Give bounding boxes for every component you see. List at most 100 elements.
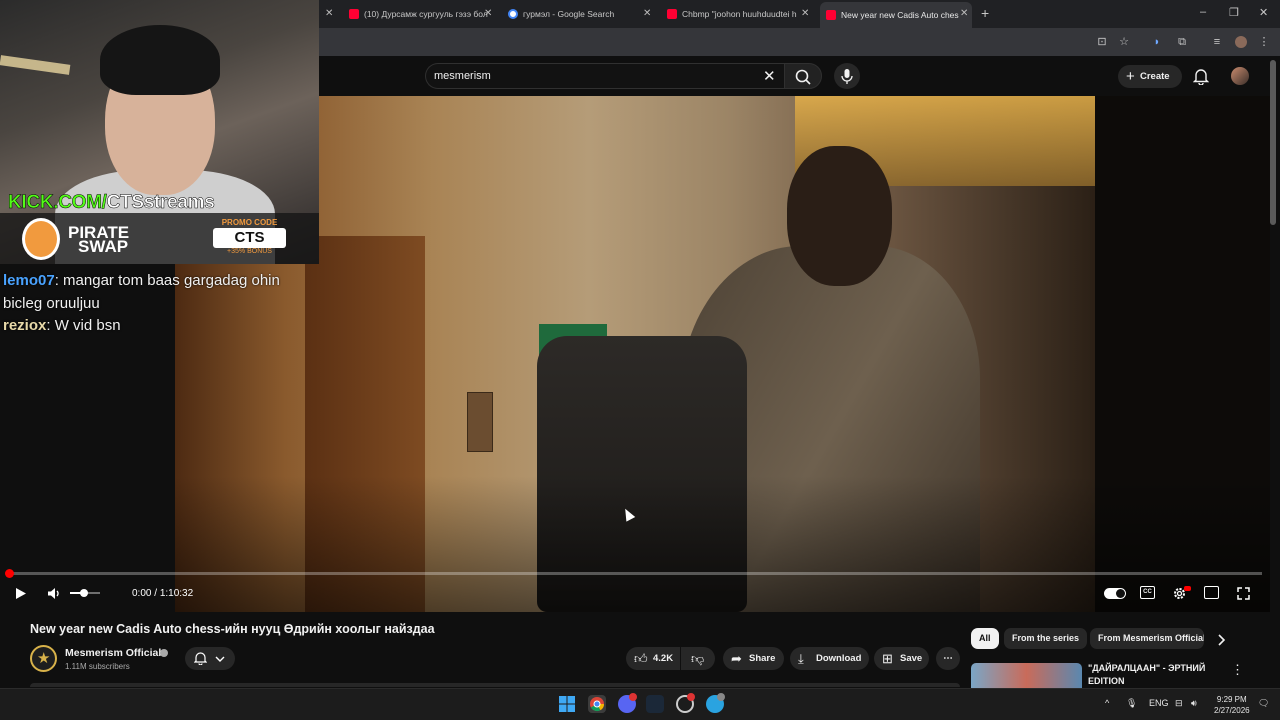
share-button[interactable]: ➦ Share: [723, 647, 784, 670]
chip-all[interactable]: All: [971, 628, 999, 649]
tab-close-icon[interactable]: ✕: [960, 8, 968, 19]
volume-level: [70, 592, 81, 594]
chip-from-the-series[interactable]: From the series: [1004, 628, 1088, 649]
google-favicon-icon: [508, 9, 518, 19]
windows-start-icon[interactable]: [558, 695, 576, 713]
autoplay-toggle[interactable]: [1104, 588, 1126, 599]
channel-name[interactable]: Mesmerism Official: [65, 647, 161, 659]
progress-scrubber[interactable]: [5, 569, 14, 578]
progress-bar[interactable]: [8, 572, 1262, 575]
window-minimize-button[interactable]: –: [1200, 6, 1206, 18]
volume-icon[interactable]: [47, 587, 62, 600]
save-button[interactable]: ⊞ Save: [874, 647, 929, 670]
microphone-icon: [841, 69, 853, 84]
youtube-favicon-icon: [349, 9, 359, 19]
miniplayer-button[interactable]: [1204, 586, 1219, 599]
input-language[interactable]: ENG: [1149, 698, 1169, 708]
promo-code-box: PROMO CODE CTS +35% BONUS: [213, 218, 286, 262]
media-icon[interactable]: ◗: [1151, 36, 1163, 48]
tab-close-icon[interactable]: ✕: [484, 8, 492, 19]
kick-channel-link: KICK.COM/CTSstreams: [8, 192, 215, 214]
sponsor-name-line2: SWAP: [78, 237, 129, 256]
duration: 1:10:32: [159, 588, 194, 599]
window-close-button[interactable]: ✕: [1259, 6, 1268, 19]
new-tab-button[interactable]: +: [981, 5, 989, 21]
kick-channel-name: CTSstreams: [106, 192, 215, 214]
tab-close-icon[interactable]: ✕: [325, 8, 333, 19]
notifications-bell-icon[interactable]: [1193, 68, 1209, 85]
windows-taskbar: [0, 688, 1280, 720]
plus-icon: +: [1126, 68, 1135, 85]
browser-tab[interactable]: Chbmp "joohon huuhduudtei h: [667, 4, 807, 24]
chat-username: lemo07: [3, 272, 55, 289]
hd-badge: [1184, 586, 1191, 591]
tray-network-icon[interactable]: ⊟: [1175, 698, 1183, 709]
share-arrow-icon: ➦: [731, 651, 742, 666]
channel-avatar[interactable]: [30, 645, 57, 672]
video-frame-panel: [467, 392, 493, 452]
description-box[interactable]: [30, 683, 960, 687]
recommended-video-title[interactable]: "ДАЙРАЛЦААН" - ЭРТНИЙ EDITION: [1088, 662, 1218, 688]
verified-badge-icon: [160, 649, 168, 657]
tray-volume-icon[interactable]: 🔊︎: [1191, 698, 1197, 709]
voice-search-button[interactable]: [834, 63, 860, 89]
tray-overflow-chevron-icon[interactable]: ^: [1105, 698, 1109, 708]
more-actions-button[interactable]: ⋯: [936, 647, 960, 670]
browser-menu-icon[interactable]: ⋮: [1258, 36, 1270, 48]
like-button[interactable]: 👍︎ 4.2K: [626, 647, 680, 670]
bookmark-star-icon[interactable]: ☆: [1118, 36, 1130, 48]
screen: ✕ (10) Дурсамж сургууль гэзэ бол ✕ гурмэ…: [0, 0, 1280, 720]
page-scrollbar[interactable]: [1270, 60, 1276, 225]
webcam-hair: [100, 25, 220, 95]
install-app-icon[interactable]: ⊡: [1096, 36, 1108, 48]
play-icon[interactable]: [14, 587, 27, 600]
taskbar-clock[interactable]: 9:29 PM 2/27/2026: [1214, 694, 1250, 716]
chat-username: reziox: [3, 317, 47, 334]
sponsor-name: PIRATE SWAP: [68, 224, 129, 256]
search-icon: [795, 69, 811, 85]
chrome-icon: [590, 697, 605, 712]
tab-close-icon[interactable]: ✕: [801, 8, 809, 19]
taskbar-steam-icon[interactable]: [646, 695, 664, 713]
account-avatar[interactable]: [1231, 67, 1249, 85]
chevron-right-icon[interactable]: [1216, 634, 1226, 646]
subscription-bell-button[interactable]: [185, 647, 235, 670]
download-icon: ⤓: [798, 651, 804, 666]
media-control-icon[interactable]: ≡: [1211, 36, 1223, 48]
chat-message: reziox: W vid bsn: [3, 317, 121, 334]
more-vertical-icon[interactable]: ⋮: [1231, 662, 1244, 678]
promo-code: CTS: [213, 228, 286, 248]
telegram-notification-badge: [717, 693, 725, 701]
profile-avatar-icon[interactable]: [1235, 36, 1247, 48]
video-player[interactable]: [175, 96, 1270, 612]
bell-icon: [194, 652, 207, 665]
create-button[interactable]: + Create: [1118, 65, 1182, 88]
kick-prefix: KICK.COM/: [8, 192, 107, 214]
chat-message: lemo07: mangar tom baas gargadag ohin bi…: [3, 272, 280, 312]
notifications-icon[interactable]: 🗨︎: [1258, 698, 1269, 709]
clear-search-icon[interactable]: ✕: [763, 67, 776, 85]
chip-from-channel[interactable]: From Mesmerism Official: [1090, 628, 1204, 649]
browser-tab[interactable]: гурмэл - Google Search: [508, 4, 636, 24]
dislike-button[interactable]: 👎︎: [681, 647, 715, 670]
browser-tab[interactable]: (10) Дурсамж сургууль гэзэ бол: [349, 4, 491, 24]
extensions-icon[interactable]: ⧉: [1176, 36, 1188, 48]
browser-tab-active[interactable]: New year new Cadis Auto ches: [820, 2, 972, 28]
tray-microphone-icon[interactable]: 🎙︎: [1126, 698, 1137, 709]
video-frame-head: [787, 146, 892, 286]
search-query: mesmerism: [434, 70, 491, 82]
captions-button[interactable]: CC: [1140, 586, 1155, 599]
window-restore-button[interactable]: ❐: [1229, 6, 1239, 19]
download-button[interactable]: ⤓ Download: [790, 647, 869, 670]
search-button[interactable]: [784, 63, 822, 89]
chat-text: W vid bsn: [54, 317, 121, 334]
tab-close-icon[interactable]: ✕: [643, 8, 651, 19]
tab-title: Chbmp "joohon huuhduudtei h: [682, 9, 797, 19]
clock-date: 2/27/2026: [1214, 706, 1250, 715]
recommended-video-thumbnail[interactable]: [971, 663, 1082, 688]
promo-label: PROMO CODE: [221, 218, 278, 227]
fullscreen-icon[interactable]: [1237, 587, 1250, 600]
taskbar-chrome[interactable]: [588, 695, 606, 713]
volume-knob[interactable]: [80, 589, 88, 597]
promo-bonus: +35% BONUS: [227, 248, 272, 255]
